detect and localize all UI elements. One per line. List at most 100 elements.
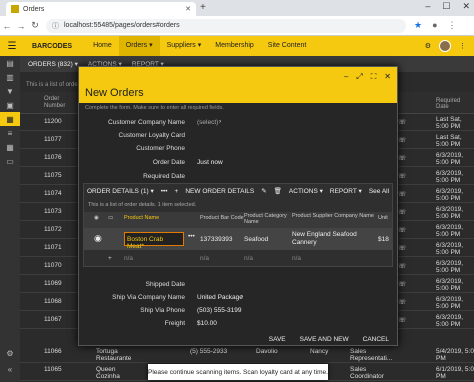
field-loyalty-card[interactable]: Customer Loyalty Card (79, 130, 397, 142)
freight-input[interactable]: $10.00 (197, 320, 217, 327)
col-category[interactable]: Product Category Name (244, 213, 292, 225)
required-date-cell: 5/4/2019, 5:00 PM (436, 348, 474, 362)
add-row-icon[interactable]: + (108, 255, 112, 262)
order-id-cell: 11072 (44, 226, 62, 233)
ship-via-phone-input[interactable]: (503) 555-3199 (197, 307, 241, 314)
nav-orders[interactable]: Orders ▾ (118, 36, 160, 56)
close-modal-icon[interactable]: ✕ (384, 72, 391, 82)
details-actions-button[interactable]: ACTIONS ▾ (289, 187, 323, 195)
restore-modal-icon[interactable]: ⤢ (356, 72, 362, 82)
sidebar-settings-icon[interactable]: ⚙ (0, 346, 20, 360)
minimize-icon[interactable]: – (425, 1, 430, 12)
save-button[interactable]: SAVE (269, 336, 286, 343)
nav-home[interactable]: Home (86, 36, 119, 56)
close-window-icon[interactable]: ✕ (462, 1, 470, 12)
new-cell: n/a (200, 255, 210, 262)
avatar[interactable] (439, 40, 451, 52)
minimize-modal-icon[interactable]: – (344, 72, 348, 82)
ship-via-select[interactable]: United Package (197, 294, 243, 301)
sidebar-cart-icon[interactable]: ▥ (0, 70, 20, 84)
barcode-cell: 137339393 (200, 236, 233, 243)
required-date-cell: 6/3/2019, 5:00 PM (436, 170, 464, 184)
new-order-details-button[interactable]: NEW ORDER DETAILS (185, 188, 254, 195)
col-unit[interactable]: Unit (378, 215, 388, 221)
see-all-link[interactable]: See All (369, 188, 389, 195)
required-date-cell: 6/3/2019, 5:00 PM (436, 188, 464, 202)
order-details-grid: ORDER DETAILS (1) ▾ ••• + NEW ORDER DETA… (83, 183, 393, 267)
more-icon[interactable]: ⋮ (459, 42, 466, 50)
field-ship-via-phone[interactable]: Ship Via Phone (503) 555-3199 (79, 305, 397, 317)
save-and-new-button[interactable]: SAVE AND NEW (300, 336, 349, 343)
field-label: Freight (164, 320, 185, 327)
field-freight[interactable]: Freight $10.00 (79, 318, 397, 330)
close-tab-icon[interactable]: ✕ (185, 5, 191, 13)
orders-view-button[interactable]: ORDERS (832) ▾ (28, 60, 78, 68)
details-row[interactable]: ◉ Boston Crab Meat* ••• 137339393 Seafoo… (84, 228, 392, 250)
col-supplier[interactable]: Product Supplier Company Name (292, 213, 374, 219)
nav-suppliers[interactable]: Suppliers ▾ (160, 36, 209, 56)
field-label: Customer Company Name (108, 119, 185, 126)
nav-site-content[interactable]: Site Content (261, 36, 314, 56)
sidebar-calendar-icon[interactable]: ▦ (0, 140, 20, 154)
cancel-button[interactable]: CANCEL (363, 336, 389, 343)
url-input[interactable]: ⓘ localhost:55485/pages/orders#orders (46, 18, 406, 33)
sidebar-orders-icon[interactable]: ▤ (0, 56, 20, 70)
hamburger-menu-icon[interactable]: ☰ (0, 41, 24, 52)
browser-tab[interactable]: Orders ✕ (6, 2, 196, 16)
col-product-name[interactable]: Product Name (124, 215, 159, 221)
field-label: Required Date (143, 173, 185, 180)
sidebar-doc-icon[interactable]: ▭ (0, 154, 20, 168)
back-icon[interactable]: ← (0, 21, 14, 31)
sidebar-grid-icon[interactable]: ▦ (0, 112, 20, 126)
reload-icon[interactable]: ↻ (28, 20, 42, 31)
chevron-right-icon[interactable]: › (241, 293, 243, 300)
required-date-cell: 6/3/2019, 5:00 PM (436, 224, 464, 238)
add-icon[interactable]: + (175, 188, 179, 195)
details-report-button[interactable]: REPORT ▾ (330, 187, 362, 195)
info-icon[interactable]: ⓘ (52, 21, 59, 31)
details-view-button[interactable]: ORDER DETAILS (1) ▾ (87, 187, 154, 195)
bookmark-star-icon[interactable]: ★ (414, 20, 422, 31)
sidebar-expand-icon[interactable]: « (0, 362, 20, 376)
row-selected-icon[interactable]: ◉ (94, 233, 102, 244)
field-customer-company[interactable]: Customer Company Name (select) › (79, 117, 397, 129)
table-row[interactable]: 11066 Tortuga Restaurante (5) 555-2933 Davo… (20, 346, 474, 363)
forward-icon[interactable]: → (14, 21, 28, 31)
category-cell: Seafood (244, 236, 269, 243)
sidebar-list-icon[interactable]: ≡ (0, 126, 20, 140)
col-order-number[interactable]: Order Number (44, 96, 65, 110)
order-id-cell: 11075 (44, 172, 62, 179)
new-details-row[interactable]: + n/a n/a n/a n/a (84, 252, 392, 266)
field-customer-phone[interactable]: Customer Phone (79, 143, 397, 155)
product-name-input[interactable]: Boston Crab Meat* (124, 232, 184, 250)
tag-icon[interactable]: ▭ (108, 215, 113, 221)
edit-icon[interactable]: ✎ (261, 187, 266, 195)
new-tab-button[interactable]: + (200, 2, 206, 13)
field-ship-via[interactable]: Ship Via Company Name United Package › (79, 292, 397, 304)
select-all-icon[interactable]: ◉ (94, 215, 99, 221)
order-id-cell: 11200 (44, 118, 62, 125)
order-date-input[interactable]: Just now (197, 159, 223, 166)
details-more-icon[interactable]: ••• (161, 188, 168, 195)
menu-dots-icon[interactable]: ⋮ (448, 20, 457, 31)
order-id-cell: 11076 (44, 154, 62, 161)
profile-icon[interactable]: ● (432, 20, 437, 31)
field-shipped-date[interactable]: Shipped Date (79, 279, 397, 291)
customer-company-select[interactable]: (select) (197, 119, 218, 126)
brand-label[interactable]: BARCODES (32, 43, 72, 50)
maximize-icon[interactable]: ☐ (442, 1, 450, 12)
chevron-right-icon[interactable]: › (219, 118, 221, 125)
sidebar-box-icon[interactable]: ▣ (0, 98, 20, 112)
field-order-date[interactable]: Order Date Just now (79, 157, 397, 169)
settings-icon[interactable]: ⚙ (425, 42, 431, 50)
delete-icon[interactable]: 🗑 (274, 187, 282, 195)
order-id-cell: 11065 (44, 366, 62, 373)
field-required-date[interactable]: Required Date (79, 171, 397, 183)
modal-title: New Orders (85, 87, 144, 99)
nav-membership[interactable]: Membership (208, 36, 261, 56)
col-required-date[interactable]: Required Date (436, 98, 474, 110)
fullscreen-modal-icon[interactable]: ⛶ (371, 72, 377, 82)
col-bar-code[interactable]: Product Bar Code (200, 215, 244, 221)
row-more-icon[interactable]: ••• (188, 233, 195, 240)
sidebar-download-icon[interactable]: ▼ (0, 84, 20, 98)
